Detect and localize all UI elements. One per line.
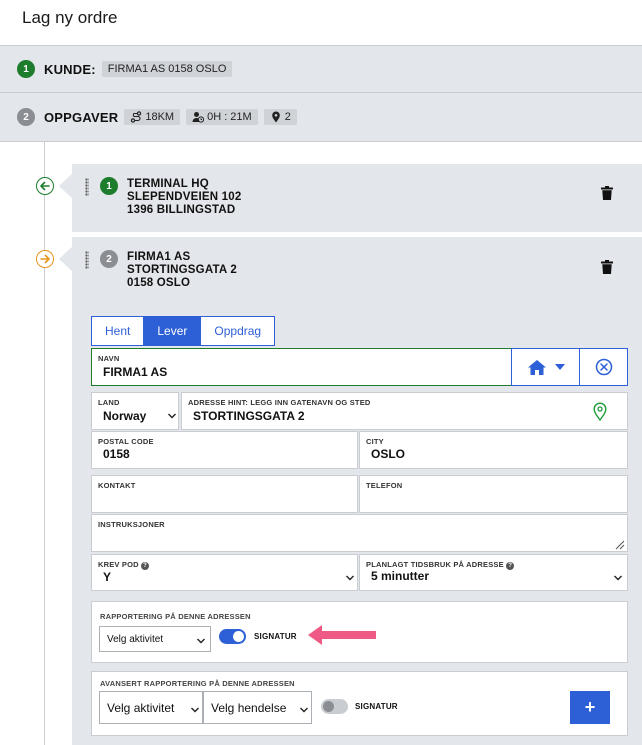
- tidsbruk-value: 5 minutter: [371, 569, 430, 583]
- kontakt-field[interactable]: KONTAKT: [91, 475, 358, 513]
- trash-icon[interactable]: [601, 260, 613, 274]
- event-select-value: Velg hendelse: [211, 700, 287, 715]
- oppgaver-section-header[interactable]: 2 OPPGAVER 18KM 0H : 21M 2: [0, 92, 642, 142]
- caret-down-icon: [554, 364, 565, 370]
- adresse-label: ADRESSE HINT: LEGG INN GATENAVN OG STED: [188, 398, 371, 407]
- adresse-value: STORTINGSGATA 2: [193, 409, 305, 423]
- distance-chip: 18KM: [124, 109, 181, 125]
- tidsbruk-select[interactable]: PLANLAGT TIDSBRUK PÅ ADRESSE ? 5 minutte…: [359, 554, 628, 591]
- land-label: LAND: [98, 398, 120, 407]
- stop-address: TERMINAL HQ SLEPENDVEIEN 102 1396 BILLIN…: [127, 178, 241, 217]
- land-select[interactable]: LAND Norway: [91, 392, 179, 430]
- kunde-value-chip: FIRMA1 AS 0158 OSLO: [101, 61, 233, 77]
- annotation-arrow-icon: [308, 625, 376, 645]
- page-title: Lag ny ordre: [22, 8, 118, 27]
- stop-card-notch: [59, 173, 73, 199]
- avansert-title: AVANSERT RAPPORTERING PÅ DENNE ADRESSEN: [100, 679, 295, 688]
- stop-name: FIRMA1 AS: [127, 251, 191, 263]
- krev-pod-value: Y: [103, 570, 112, 584]
- postal-value: 0158: [103, 447, 130, 461]
- duration-value: 0H : 21M: [207, 111, 252, 123]
- instruksjoner-textarea[interactable]: INSTRUKSJONER: [91, 514, 628, 552]
- navn-field[interactable]: NAVN FIRMA1 AS: [91, 348, 512, 386]
- add-reporting-button[interactable]: +: [570, 691, 610, 724]
- instruksjoner-label: INSTRUKSJONER: [98, 520, 165, 529]
- duration-chip: 0H : 21M: [186, 109, 258, 125]
- map-pin-icon: [271, 111, 280, 123]
- stop-city: 1396 BILLINGSTAD: [127, 204, 236, 216]
- oppgaver-label: OPPGAVER: [44, 109, 119, 125]
- chevron-down-icon: [300, 707, 308, 713]
- advanced-signatur-label: SIGNATUR: [355, 702, 398, 711]
- stop-number-badge: 1: [100, 177, 118, 195]
- close-circle-icon: [595, 358, 612, 376]
- stop-card-1[interactable]: 1 TERMINAL HQ SLEPENDVEIEN 102 1396 BILL…: [72, 164, 642, 232]
- address-type-dropdown[interactable]: [511, 348, 580, 386]
- tab-oppdrag[interactable]: Oppdrag: [201, 317, 275, 345]
- rapportering-panel: RAPPORTERING PÅ DENNE ADRESSEN Velg akti…: [91, 601, 628, 663]
- stop-street: SLEPENDVEIEN 102: [127, 191, 242, 203]
- telefon-field[interactable]: TELEFON: [359, 475, 628, 513]
- task-type-tabs: Hent Lever Oppdrag: [91, 316, 276, 346]
- kunde-label: KUNDE:: [44, 61, 96, 77]
- land-value: Norway: [103, 409, 147, 423]
- signatur-toggle[interactable]: [219, 629, 246, 644]
- city-label: CITY: [366, 437, 384, 446]
- event-select[interactable]: Velg hendelse: [203, 691, 312, 724]
- city-value: OSLO: [371, 447, 406, 461]
- location-pin-icon: [593, 402, 607, 421]
- distance-value: 18KM: [145, 111, 175, 123]
- drag-handle-icon[interactable]: [85, 178, 89, 196]
- step-number-badge: 1: [17, 60, 35, 78]
- navn-value: FIRMA1 AS: [103, 365, 168, 379]
- city-field[interactable]: CITY OSLO: [359, 431, 628, 469]
- signatur-label: SIGNATUR: [254, 632, 297, 641]
- stop-street: STORTINGSGATA 2: [127, 264, 237, 276]
- chevron-down-icon: [197, 638, 205, 644]
- home-icon: [527, 359, 546, 375]
- adresse-field[interactable]: ADRESSE HINT: LEGG INN GATENAVN OG STED …: [181, 392, 628, 430]
- kunde-section-header[interactable]: 1 KUNDE: FIRMA1 AS 0158 OSLO: [0, 45, 642, 93]
- stop-number-badge: 2: [100, 250, 118, 268]
- postal-code-field[interactable]: POSTAL CODE 0158: [91, 431, 358, 469]
- kontakt-label: KONTAKT: [98, 481, 136, 490]
- stop-name: TERMINAL HQ: [127, 178, 209, 190]
- help-icon: ?: [141, 562, 150, 570]
- stops-chip: 2: [263, 109, 297, 125]
- krev-pod-select[interactable]: KREV POD ? Y: [91, 554, 358, 591]
- advanced-activity-select[interactable]: Velg aktivitet: [99, 691, 203, 724]
- avansert-rapportering-panel: AVANSERT RAPPORTERING PÅ DENNE ADRESSEN …: [91, 671, 628, 736]
- timeline-line: [44, 142, 45, 745]
- clear-address-button[interactable]: [579, 348, 628, 386]
- arrow-right-icon: [36, 250, 54, 268]
- chevron-down-icon: [191, 707, 199, 713]
- activity-select[interactable]: Velg aktivitet: [99, 626, 211, 652]
- help-icon: ?: [506, 562, 515, 570]
- stop-card-notch: [59, 246, 73, 272]
- advanced-activity-value: Velg aktivitet: [107, 700, 175, 715]
- rapportering-title: RAPPORTERING PÅ DENNE ADRESSEN: [100, 612, 251, 621]
- trash-icon[interactable]: [601, 186, 613, 200]
- drag-handle-icon[interactable]: [85, 251, 89, 269]
- navn-label: NAVN: [98, 354, 120, 363]
- step-number-badge: 2: [17, 108, 35, 126]
- tab-hent[interactable]: Hent: [92, 317, 145, 345]
- advanced-signatur-toggle[interactable]: [321, 699, 348, 714]
- krev-pod-label: KREV POD ?: [98, 560, 150, 570]
- driver-clock-icon: [192, 112, 205, 123]
- arrow-left-icon: [36, 177, 54, 195]
- resize-handle-icon[interactable]: [614, 539, 625, 550]
- chevron-down-icon: [346, 575, 354, 581]
- stop-city: 0158 OSLO: [127, 277, 191, 289]
- stops-count: 2: [284, 111, 291, 123]
- activity-select-value: Velg aktivitet: [107, 633, 164, 645]
- postal-label: POSTAL CODE: [98, 437, 154, 446]
- chevron-down-icon: [168, 413, 176, 419]
- stop-address: FIRMA1 AS STORTINGSGATA 2 0158 OSLO: [127, 251, 237, 290]
- tab-lever[interactable]: Lever: [144, 317, 202, 345]
- route-icon: [131, 111, 142, 123]
- chevron-down-icon: [614, 575, 622, 581]
- telefon-label: TELEFON: [366, 481, 403, 490]
